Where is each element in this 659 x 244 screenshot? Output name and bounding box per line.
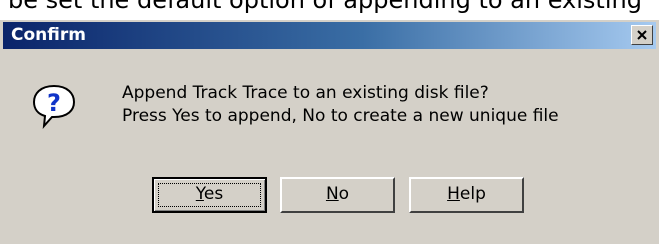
help-label: Help bbox=[447, 184, 486, 204]
help-accelerator: H bbox=[447, 184, 460, 204]
no-accelerator: N bbox=[325, 184, 339, 204]
no-label: No bbox=[326, 184, 349, 204]
yes-accelerator: Y bbox=[195, 184, 204, 204]
no-label-rest: o bbox=[338, 184, 350, 204]
message-text: Append Track Trace to an existing disk f… bbox=[122, 82, 559, 128]
svg-text:?: ? bbox=[47, 89, 61, 117]
background-text: be set the default option of appending t… bbox=[8, 0, 642, 14]
no-button[interactable]: No bbox=[280, 177, 395, 213]
help-label-rest: elp bbox=[459, 184, 486, 204]
help-button[interactable]: Help bbox=[409, 177, 524, 213]
confirm-dialog: Confirm ? Append Track Trace to an exist… bbox=[0, 20, 659, 244]
close-icon bbox=[637, 30, 647, 40]
yes-button[interactable]: Yes bbox=[152, 177, 267, 213]
background-document-text: be set the default option of appending t… bbox=[0, 0, 659, 22]
yes-label-rest: es bbox=[203, 184, 224, 204]
message-line-2: Press Yes to append, No to create a new … bbox=[122, 106, 559, 126]
title-bar[interactable]: Confirm bbox=[3, 22, 656, 49]
yes-label: Yes bbox=[196, 184, 223, 204]
question-icon: ? bbox=[32, 84, 76, 129]
message-line-1: Append Track Trace to an existing disk f… bbox=[122, 83, 489, 103]
close-button[interactable] bbox=[631, 25, 653, 45]
dialog-title: Confirm bbox=[11, 25, 86, 45]
